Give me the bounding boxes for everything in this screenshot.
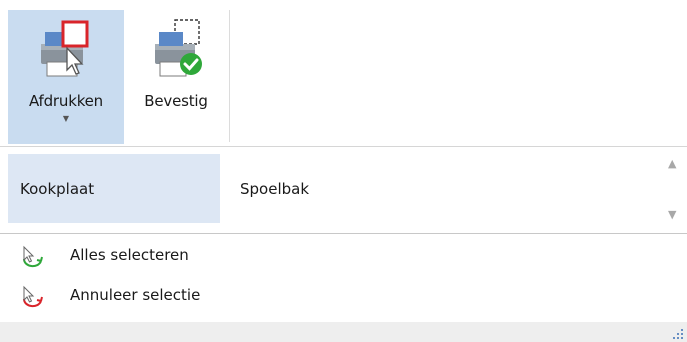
selection-actions: Alles selecteren Annuleer selectie: [0, 236, 687, 316]
product-gallery: Kookplaat Spoelbak ▲ ▼: [0, 147, 687, 234]
printer-preview-icon: [41, 20, 89, 77]
select-all-label: Alles selecteren: [70, 246, 189, 264]
ribbon-divider: [229, 10, 230, 142]
scroll-up-icon[interactable]: ▲: [668, 158, 676, 169]
print-button[interactable]: Afdrukken ▼: [8, 10, 124, 144]
gallery-item-label: Kookplaat: [20, 179, 95, 198]
confirm-label: Bevestig: [144, 92, 208, 110]
select-all-button[interactable]: Alles selecteren: [0, 236, 687, 276]
dropdown-arrow-icon[interactable]: ▼: [63, 115, 69, 123]
resize-grip-icon[interactable]: [672, 328, 684, 340]
printer-check-icon: [155, 19, 202, 77]
cancel-selection-icon: [23, 285, 43, 307]
print-label: Afdrukken: [29, 92, 103, 110]
confirm-button[interactable]: Bevestig: [124, 10, 228, 144]
gallery-item-label: Spoelbak: [240, 179, 310, 198]
select-all-icon: [23, 245, 43, 267]
gallery-scrollbar[interactable]: ▲ ▼: [664, 147, 687, 233]
status-bar: [0, 322, 687, 342]
gallery-item-kookplaat[interactable]: Kookplaat: [8, 154, 220, 223]
scroll-down-icon[interactable]: ▼: [668, 209, 676, 220]
gallery-item-spoelbak[interactable]: Spoelbak: [228, 154, 440, 223]
ribbon: Afdrukken ▼ Bevestig: [0, 0, 687, 147]
cancel-selection-label: Annuleer selectie: [70, 286, 201, 304]
cancel-selection-button[interactable]: Annuleer selectie: [0, 276, 687, 316]
